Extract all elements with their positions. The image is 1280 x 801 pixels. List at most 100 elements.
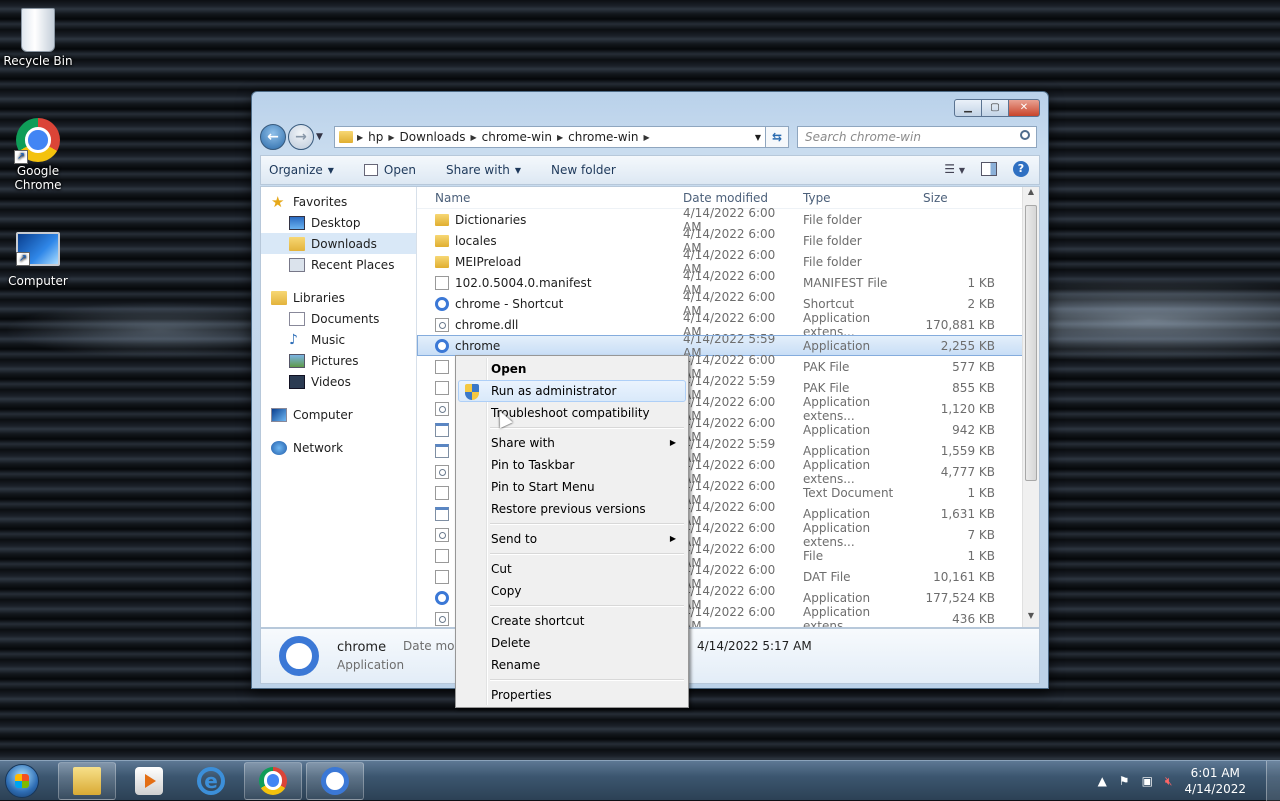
menu-item-copy[interactable]: Copy [458, 580, 686, 602]
search-icon[interactable] [1020, 130, 1030, 140]
breadcrumb-chrome-win[interactable]: chrome-win [477, 130, 557, 144]
menu-item-cut[interactable]: Cut [458, 558, 686, 580]
file-size: 577 KB [952, 359, 995, 374]
scroll-up-icon[interactable]: ▲ [1023, 187, 1039, 203]
nav-music[interactable]: ♪ Music [261, 329, 416, 350]
share-with-label: Share with [445, 163, 510, 177]
preview-pane-button[interactable] [981, 162, 997, 176]
start-button[interactable] [0, 761, 44, 801]
nav-favorites[interactable]: ★ Favorites [261, 191, 416, 212]
menu-item-create-shortcut[interactable]: Create shortcut [458, 610, 686, 632]
menu-item-open[interactable]: Open [458, 358, 686, 380]
new-folder-label: New folder [551, 163, 616, 177]
menu-item-run-as-administrator[interactable]: Run as administrator [458, 380, 686, 402]
taskbar-chrome-app[interactable] [306, 761, 364, 800]
file-type: Shortcut [803, 296, 855, 311]
nav-videos[interactable]: Videos [261, 371, 416, 392]
file-name-cell: chrome - Shortcut [417, 296, 677, 311]
minimize-button[interactable]: ▁ [954, 99, 982, 117]
maximize-button[interactable]: ▢ [981, 99, 1009, 117]
videos-icon [289, 374, 305, 389]
menu-item-delete[interactable]: Delete [458, 632, 686, 654]
menu-item-properties[interactable]: Properties [458, 684, 686, 706]
taskbar-explorer[interactable] [58, 761, 116, 800]
refresh-button[interactable]: ⇆ [765, 126, 789, 148]
show-hidden-icons-icon[interactable]: ▲ [1098, 774, 1107, 788]
new-folder-button[interactable]: New folder [551, 163, 616, 177]
breadcrumb-chrome-win-current[interactable]: chrome-win [563, 130, 643, 144]
action-center-flag-icon[interactable]: ⚑ [1119, 774, 1130, 788]
desktop-icon-recycle-bin[interactable]: Recycle Bin [0, 8, 76, 68]
file-type: Text Document [803, 485, 894, 500]
volume-muted-icon[interactable]: 🔇︎ [1165, 774, 1173, 789]
menu-item-pin-to-start-menu[interactable]: Pin to Start Menu [458, 476, 686, 498]
close-button[interactable]: ✕ [1008, 99, 1040, 117]
forward-arrow-icon: → [295, 129, 307, 145]
recent-pages-button[interactable]: ▼ [316, 132, 328, 142]
refresh-icon: ⇆ [771, 130, 783, 144]
star-icon: ★ [271, 192, 285, 211]
address-bar[interactable]: ▶ hp ▶ Downloads ▶ chrome-win ▶ chrome-w… [334, 126, 766, 148]
file-name: chrome - Shortcut [455, 296, 564, 311]
network-status-icon[interactable]: ▣ [1142, 774, 1153, 788]
organize-button[interactable]: Organize ▼ [269, 163, 334, 177]
dll-file-icon [435, 401, 449, 416]
breadcrumb-downloads[interactable]: Downloads [395, 130, 471, 144]
doc-file-icon [435, 569, 449, 584]
open-button[interactable]: Open [363, 163, 416, 177]
recent-places-icon [289, 257, 305, 272]
search-input[interactable]: Search chrome-win [797, 126, 1037, 148]
internet-explorer-icon: e [197, 766, 225, 795]
column-header-name[interactable]: Name [417, 191, 677, 205]
file-size: 170,881 KB [925, 317, 995, 332]
help-button[interactable]: ? [1013, 161, 1029, 177]
vertical-scrollbar[interactable]: ▲ ▼ [1022, 187, 1039, 627]
desktop-icon-chrome[interactable]: ↗ Google Chrome [0, 118, 76, 192]
column-header-size[interactable]: Size [917, 191, 995, 205]
back-button[interactable]: ← [260, 124, 286, 150]
nav-favorites-label: Favorites [293, 194, 348, 209]
menu-item-pin-to-taskbar[interactable]: Pin to Taskbar [458, 454, 686, 476]
nav-downloads[interactable]: Downloads [261, 233, 416, 254]
organize-label: Organize [269, 163, 323, 177]
taskbar-media-player[interactable] [120, 762, 178, 800]
desktop-icon-computer[interactable]: ↗ Computer [0, 228, 76, 288]
system-tray: ▲ ⚑ ▣ 🔇︎ 6:01 AM 4/14/2022 [1098, 761, 1280, 801]
column-header-type[interactable]: Type [797, 191, 917, 205]
column-header-date[interactable]: Date modified [677, 191, 797, 205]
address-dropdown-icon[interactable]: ▼ [755, 133, 761, 142]
nav-network[interactable]: Network [261, 437, 416, 458]
nav-recent-places[interactable]: Recent Places [261, 254, 416, 275]
file-type: Application [803, 443, 871, 458]
forward-button[interactable]: → [288, 124, 314, 150]
doc-file-icon [435, 485, 449, 500]
nav-desktop[interactable]: Desktop [261, 212, 416, 233]
menu-item-share-with[interactable]: Share with ▶ [458, 432, 686, 454]
menu-item-rename[interactable]: Rename [458, 654, 686, 676]
share-with-button[interactable]: Share with ▼ [446, 163, 521, 177]
dll-file-icon [435, 527, 449, 542]
taskbar-chrome[interactable] [244, 761, 302, 800]
nav-pictures[interactable]: Pictures [261, 350, 416, 371]
scroll-down-icon[interactable]: ▼ [1023, 611, 1039, 627]
exe-file-icon [435, 443, 449, 458]
file-name: chrome [455, 338, 501, 353]
breadcrumb-hp[interactable]: hp [363, 130, 388, 144]
scrollbar-thumb[interactable] [1025, 205, 1037, 481]
file-size: 1 KB [967, 485, 995, 500]
menu-item-restore-previous-versions[interactable]: Restore previous versions [458, 498, 686, 520]
system-clock[interactable]: 6:01 AM 4/14/2022 [1184, 765, 1246, 797]
menu-item-send-to[interactable]: Send to ▶ [458, 528, 686, 550]
change-view-button[interactable]: ☰ ▼ [944, 162, 965, 176]
file-name: locales [455, 233, 497, 248]
nav-libraries[interactable]: Libraries [261, 287, 416, 308]
show-desktop-button[interactable] [1266, 761, 1280, 801]
windows-logo-icon [5, 763, 39, 798]
file-size: 4,777 KB [940, 464, 995, 479]
nav-computer[interactable]: Computer [261, 404, 416, 425]
nav-documents[interactable]: Documents [261, 308, 416, 329]
search-placeholder: Search chrome-win [805, 130, 921, 144]
file-type: MANIFEST File [803, 275, 888, 290]
chrome-icon [279, 636, 319, 676]
taskbar-internet-explorer[interactable]: e [182, 762, 240, 800]
